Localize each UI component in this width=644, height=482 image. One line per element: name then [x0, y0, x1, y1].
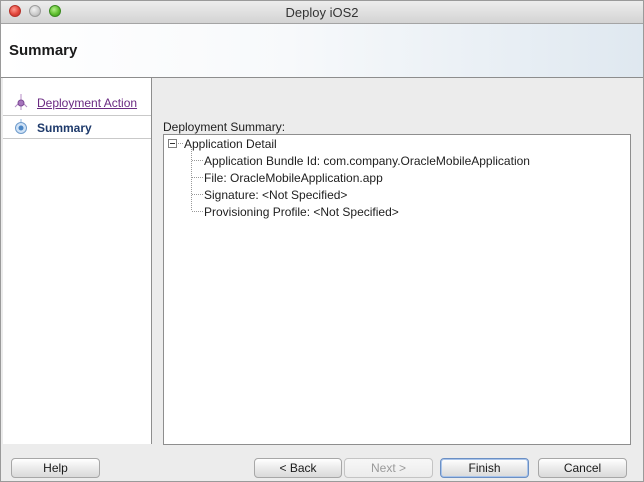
step-deployment-action[interactable]: Deployment Action — [3, 91, 151, 113]
step-summary-label: Summary — [37, 121, 92, 135]
cancel-button[interactable]: Cancel — [538, 458, 627, 478]
cancel-button-label: Cancel — [563, 461, 602, 475]
tree-item-provisioning-profile[interactable]: Provisioning Profile: <Not Specified> — [204, 205, 399, 219]
next-button[interactable]: Next > — [344, 458, 433, 478]
page-header: Summary — [1, 24, 643, 78]
tree-item-file[interactable]: File: OracleMobileApplication.app — [204, 171, 383, 185]
tree-item-bundle-id[interactable]: Application Bundle Id: com.company.Oracl… — [204, 154, 530, 168]
help-button-label: Help — [43, 461, 68, 475]
page-title: Summary — [9, 42, 78, 59]
back-button[interactable]: < Back — [254, 458, 342, 478]
window-title: Deploy iOS2 — [285, 5, 359, 20]
step-deployment-action-label[interactable]: Deployment Action — [37, 96, 137, 110]
back-button-label: < Back — [279, 461, 317, 475]
tree-item-signature[interactable]: Signature: <Not Specified> — [204, 188, 347, 202]
next-button-label: Next > — [370, 461, 406, 475]
step-current-icon — [15, 119, 27, 134]
tree-root-application-detail[interactable]: Application Detail — [184, 137, 277, 151]
step-summary[interactable]: Summary — [3, 115, 151, 139]
deploy-dialog: Deploy iOS2 Summary Deployment Action Su… — [0, 0, 644, 482]
deployment-summary-label: Deployment Summary: — [163, 120, 286, 134]
finish-button[interactable]: Finish — [440, 458, 529, 478]
wizard-steps-sidebar: Deployment Action Summary — [3, 78, 152, 444]
help-button[interactable]: Help — [11, 458, 100, 478]
title-bar[interactable]: Deploy iOS2 — [1, 1, 643, 24]
step-visited-icon — [14, 94, 28, 110]
collapse-icon[interactable] — [168, 139, 177, 148]
deployment-summary-tree[interactable]: Application Detail Application Bundle Id… — [163, 134, 631, 445]
finish-button-label: Finish — [468, 461, 501, 475]
